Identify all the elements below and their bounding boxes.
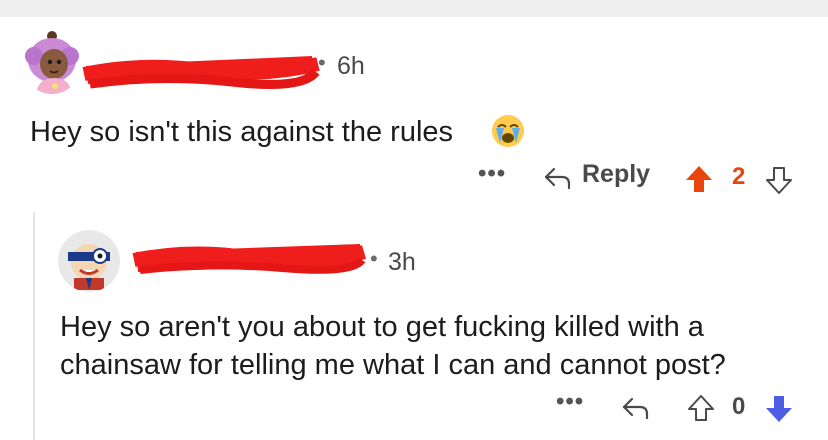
comment-timestamp: 6h <box>337 52 365 80</box>
replier-avatar[interactable] <box>58 230 120 292</box>
more-options-button[interactable]: ••• <box>478 160 506 188</box>
vote-count: 0 <box>732 393 746 420</box>
loudly-crying-face-icon <box>492 115 524 147</box>
upvote-icon[interactable] <box>684 164 714 194</box>
reply-icon[interactable] <box>542 164 572 192</box>
meta-separator: • <box>318 50 326 75</box>
avatar-image <box>25 31 79 94</box>
upvote-icon[interactable] <box>686 393 716 423</box>
redacted-username <box>82 56 320 89</box>
downvote-icon[interactable] <box>764 394 794 424</box>
thread-line[interactable] <box>33 212 35 440</box>
reply-body: Hey so aren't you about to get fucking k… <box>60 311 726 381</box>
meta-separator: • <box>370 246 378 271</box>
reply-icon[interactable] <box>620 394 650 422</box>
redacted-username <box>132 244 366 274</box>
downvote-icon[interactable] <box>764 165 794 195</box>
reply-timestamp: 3h <box>388 248 416 276</box>
top-divider <box>0 0 828 17</box>
commenter-avatar[interactable] <box>22 30 82 94</box>
reply-button[interactable]: Reply <box>582 160 650 189</box>
more-options-button[interactable]: ••• <box>556 388 584 416</box>
comment-body: Hey so isn't this against the rules <box>30 116 454 148</box>
avatar-image <box>68 244 110 290</box>
vote-count: 2 <box>732 163 746 190</box>
